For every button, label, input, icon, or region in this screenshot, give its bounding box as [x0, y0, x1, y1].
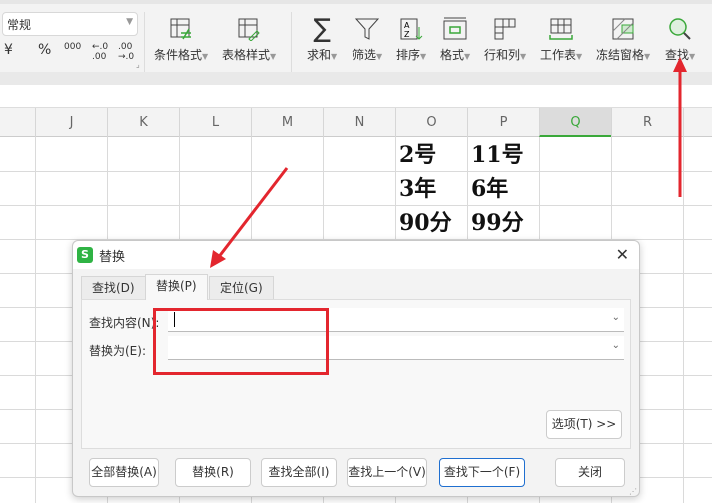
annotation-arrow-tab	[216, 167, 289, 259]
annotation-arrows	[210, 57, 687, 268]
tab-replace[interactable]: 替换(P)	[145, 274, 208, 300]
annotation-arrowhead	[673, 57, 687, 72]
